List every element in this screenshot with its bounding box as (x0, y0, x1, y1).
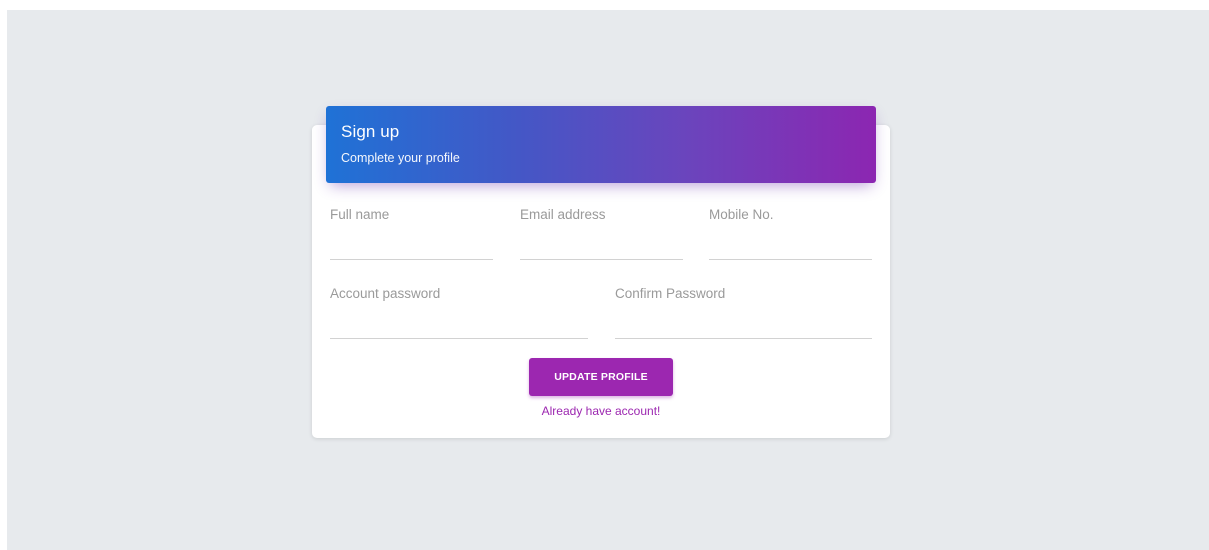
confirm-password-field: Confirm Password (615, 286, 872, 342)
mobile-field: Mobile No. (709, 207, 872, 263)
confirm-password-input[interactable] (615, 308, 872, 339)
page-background: Sign up Complete your profile Full name … (7, 10, 1209, 550)
full-name-input[interactable] (330, 229, 493, 260)
card-header: Sign up Complete your profile (326, 106, 876, 183)
mobile-input[interactable] (709, 229, 872, 260)
update-profile-button[interactable]: UPDATE PROFILE (529, 358, 673, 396)
password-field: Account password (330, 286, 588, 342)
mobile-label: Mobile No. (709, 207, 774, 222)
confirm-password-label: Confirm Password (615, 286, 726, 301)
password-input[interactable] (330, 308, 588, 339)
already-have-account-link[interactable]: Already have account! (529, 404, 673, 418)
email-label: Email address (520, 207, 606, 222)
card-title: Sign up (341, 122, 400, 141)
card-subtitle: Complete your profile (341, 151, 460, 165)
email-input[interactable] (520, 229, 683, 260)
email-field: Email address (520, 207, 683, 263)
password-label: Account password (330, 286, 441, 301)
full-name-label: Full name (330, 207, 390, 222)
full-name-field: Full name (330, 207, 493, 263)
